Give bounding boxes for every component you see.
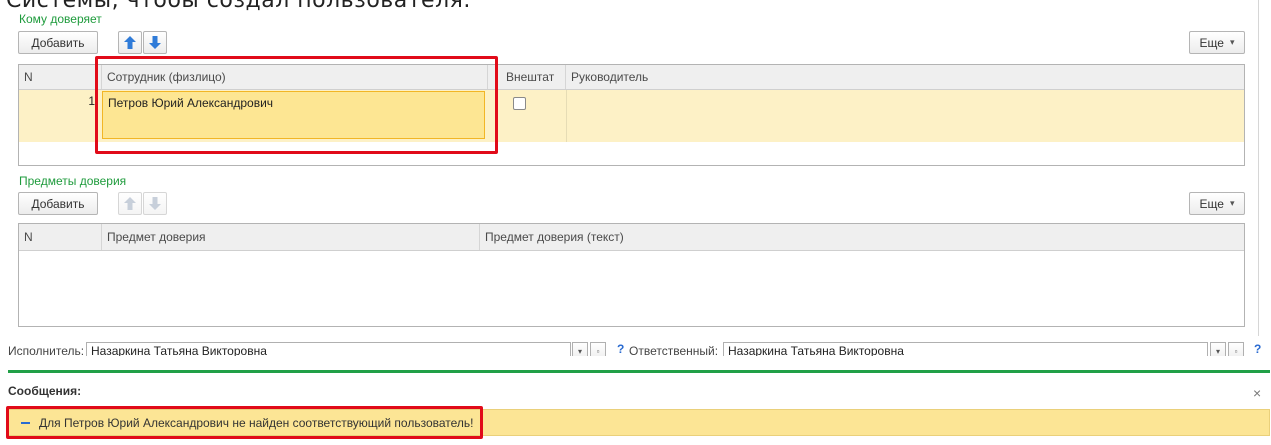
responsible-open-button[interactable]: ▫	[1228, 342, 1244, 356]
trustees-title: Кому доверяет	[19, 12, 102, 26]
subjects-title: Предметы доверия	[19, 174, 127, 188]
col-n[interactable]: N	[19, 224, 102, 250]
trustees-move-up-button[interactable]	[118, 31, 142, 54]
trustees-move-down-button[interactable]	[143, 31, 167, 54]
subjects-move-down-button[interactable]	[143, 192, 167, 215]
caret-down-icon: ▾	[1229, 37, 1235, 47]
trustees-more-label: Еще	[1199, 35, 1224, 50]
responsible-dropdown-button[interactable]: ▾	[1210, 342, 1226, 356]
messages-title: Сообщения:	[8, 384, 82, 398]
caret-down-icon: ▾	[577, 347, 582, 356]
form-right-border	[1258, 0, 1259, 336]
executor-dropdown-button[interactable]: ▾	[572, 342, 588, 356]
col-subject-text[interactable]: Предмет доверия (текст)	[480, 224, 1244, 250]
subjects-table-header: N Предмет доверия Предмет доверия (текст…	[19, 224, 1244, 251]
trustees-add-button[interactable]: Добавить	[18, 31, 98, 54]
responsible-field[interactable]: Назаркина Татьяна Викторовна	[723, 342, 1208, 356]
column-divider	[566, 90, 567, 142]
arrow-down-icon	[149, 197, 161, 210]
responsible-label: Ответственный:	[629, 344, 719, 356]
subjects-move-up-button[interactable]	[118, 192, 142, 215]
responsible-help-icon[interactable]: ?	[1254, 342, 1261, 356]
messages-close-icon[interactable]: ×	[1253, 385, 1261, 401]
row-number: 1	[88, 94, 95, 108]
arrow-up-icon	[124, 197, 136, 210]
executor-help-icon[interactable]: ?	[617, 342, 624, 356]
subjects-more-button[interactable]: Еще ▾	[1189, 192, 1245, 215]
executor-label: Исполнитель:	[8, 344, 85, 356]
col-n[interactable]: N	[19, 65, 102, 89]
executor-field[interactable]: Назаркина Татьяна Викторовна	[86, 342, 571, 356]
executor-open-button[interactable]: ▫	[590, 342, 606, 356]
arrow-down-icon	[149, 36, 161, 49]
col-freelance[interactable]: Внештат	[488, 65, 566, 89]
subjects-table[interactable]: N Предмет доверия Предмет доверия (текст…	[18, 223, 1245, 327]
messages-separator	[8, 370, 1270, 373]
col-manager[interactable]: Руководитель	[566, 65, 1244, 89]
highlight-employee-box	[95, 56, 498, 154]
trustees-more-button[interactable]: Еще ▾	[1189, 31, 1245, 54]
arrow-up-icon	[124, 36, 136, 49]
footer-fields-strip: Исполнитель: Назаркина Татьяна Викторовн…	[0, 336, 1271, 356]
open-form-icon: ▫	[1234, 347, 1238, 356]
open-form-icon: ▫	[596, 347, 600, 356]
subjects-more-label: Еще	[1199, 196, 1224, 211]
highlight-message-box	[6, 406, 483, 439]
caret-down-icon: ▾	[1215, 347, 1220, 356]
freelance-checkbox[interactable]	[513, 97, 526, 110]
caret-down-icon: ▾	[1229, 198, 1235, 208]
subjects-add-button[interactable]: Добавить	[18, 192, 98, 215]
col-subject[interactable]: Предмет доверия	[102, 224, 480, 250]
